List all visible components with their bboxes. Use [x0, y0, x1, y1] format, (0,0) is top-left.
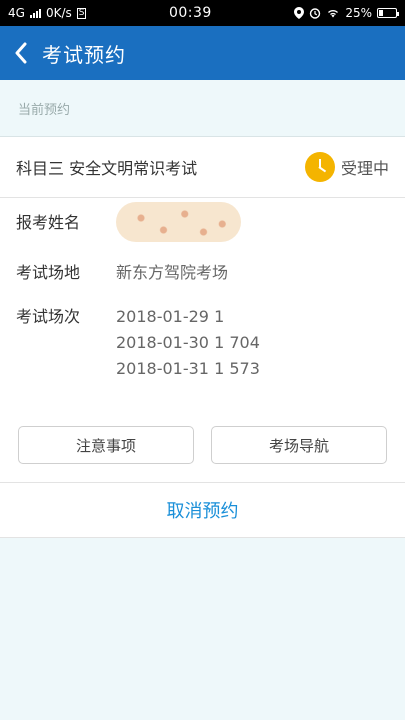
action-buttons: 注意事项 考场导航 — [0, 404, 405, 483]
subject-row: 科目三 安全文明常识考试 受理中 — [0, 137, 405, 198]
subject-title: 科目三 安全文明常识考试 — [16, 159, 198, 178]
clock-icon — [304, 152, 335, 182]
status-left: 4G 0K/s S — [8, 6, 87, 20]
alarm-icon — [310, 8, 321, 19]
signal-icon — [29, 8, 41, 18]
network-speed: 0K/s — [45, 6, 72, 20]
status-text: 受理中 — [340, 159, 389, 178]
chevron-left-icon — [15, 42, 27, 64]
session-item: 2018-01-29 1 — [116, 307, 225, 326]
venue-label: 考试场地 — [16, 263, 81, 282]
name-label: 报考姓名 — [16, 213, 81, 232]
redacted-name — [116, 202, 241, 242]
back-button[interactable] — [0, 26, 42, 80]
appointment-card: 科目三 安全文明常识考试 受理中 报考姓名 考试场地 新东方驾院考场 考试场次 … — [0, 137, 405, 538]
status-bar: 4G 0K/s S 00:39 25% — [0, 0, 405, 26]
speed-badge: S — [76, 7, 87, 19]
cancel-appointment-link[interactable]: 取消预约 — [167, 497, 239, 523]
session-list: 2018-01-29 1 2018-01-30 1 704 2018-01-31… — [116, 304, 260, 382]
page-title: 考试预约 — [42, 42, 126, 67]
battery-percent: 25% — [345, 6, 372, 20]
section-label: 当前预约 — [0, 80, 405, 137]
location-icon — [294, 7, 305, 19]
status-right: 25% — [294, 6, 399, 20]
title-bar: 考试预约 — [0, 26, 405, 80]
info-block: 报考姓名 考试场地 新东方驾院考场 考试场次 2018-01-29 1 2018… — [0, 198, 405, 404]
navigation-button[interactable]: 考场导航 — [211, 426, 387, 464]
session-item: 2018-01-30 1 704 — [116, 333, 260, 352]
status-indicator: 受理中 — [304, 152, 389, 182]
name-row: 报考姓名 — [16, 202, 389, 242]
network-type: 4G — [8, 6, 25, 20]
wifi-icon — [328, 10, 339, 18]
battery-icon — [377, 8, 399, 18]
session-label: 考试场次 — [16, 307, 81, 326]
cancel-row: 取消预约 — [0, 483, 405, 538]
session-row: 考试场次 2018-01-29 1 2018-01-30 1 704 2018-… — [16, 304, 389, 382]
session-item: 2018-01-31 1 573 — [116, 359, 260, 378]
notes-button[interactable]: 注意事项 — [18, 426, 194, 464]
status-time: 00:39 — [168, 5, 212, 21]
venue-row: 考试场地 新东方驾院考场 — [16, 260, 389, 286]
venue-value: 新东方驾院考场 — [116, 263, 229, 282]
